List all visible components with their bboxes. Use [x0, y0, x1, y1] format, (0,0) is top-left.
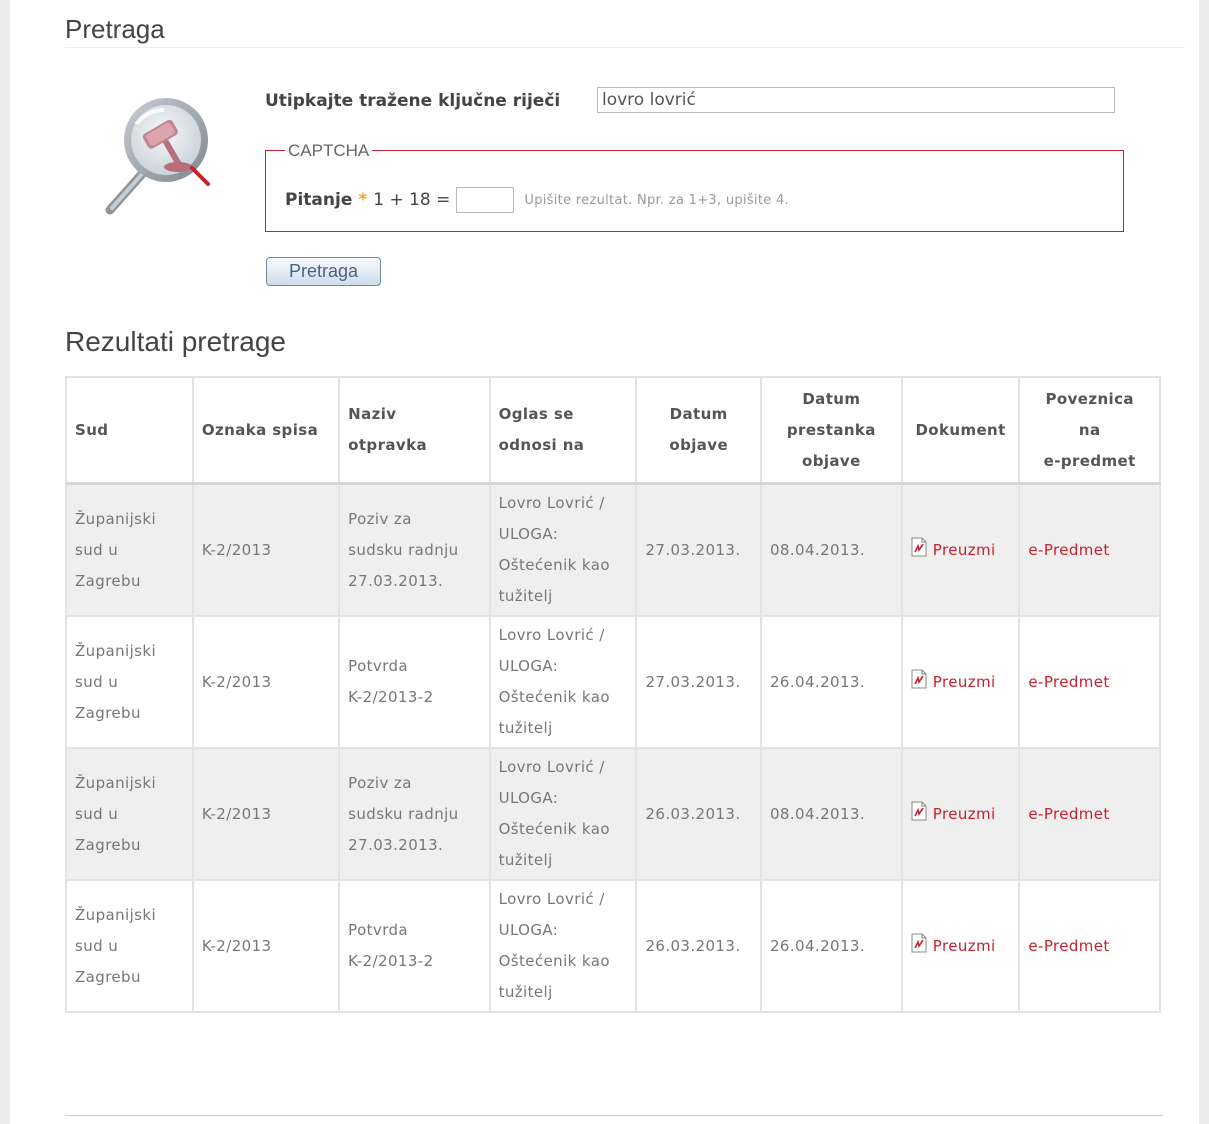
cell-dokument: Preuzmi	[900, 482, 1021, 617]
page-title: Pretraga	[65, 14, 165, 44]
cell-oznaka: K-2/2013	[191, 747, 341, 881]
column-header-oglas: Oglas se odnosi na	[488, 376, 638, 485]
cell-oznaka: K-2/2013	[191, 482, 341, 617]
cell-naziv: Potvrda K-2/2013-2	[338, 615, 491, 749]
download-link[interactable]: Preuzmi	[933, 541, 996, 559]
column-header-datum: Datum objave	[635, 376, 762, 485]
cell-poveznica: e-Predmet	[1018, 747, 1161, 881]
e-predmet-link[interactable]: e-Predmet	[1028, 541, 1109, 559]
results-table: Sud Oznaka spisa Naziv otpravka Oglas se o…	[65, 376, 1161, 1013]
footer-divider	[65, 1115, 1163, 1116]
cell-prestanak: 26.04.2013.	[759, 879, 903, 1013]
column-header-poveznica: Poveznica na e-predmet	[1018, 376, 1161, 485]
cell-datum: 27.03.2013.	[635, 615, 762, 749]
keyword-label: Utipkajte tražene ključne riječi	[265, 91, 561, 111]
pdf-icon	[911, 669, 927, 688]
search-button[interactable]: Pretraga	[266, 257, 381, 286]
cell-oglas: Lovro Lovrić / ULOGA: Oštećenik kao tužitel…	[488, 482, 638, 617]
results-title: Rezultati pretrage	[65, 326, 287, 357]
cell-datum: 26.03.2013.	[635, 747, 762, 881]
column-header-naziv: Naziv otpravka	[338, 376, 491, 485]
cell-naziv: Poziv za sudsku radnju 27.03.2013.	[338, 482, 491, 617]
pdf-icon	[911, 537, 927, 556]
cell-sud: Županijski sud u Zagrebu	[65, 747, 194, 881]
cell-dokument: Preuzmi	[900, 879, 1021, 1013]
cell-prestanak: 26.04.2013.	[759, 615, 903, 749]
cell-poveznica: e-Predmet	[1018, 879, 1161, 1013]
table-row: Županijski sud u Zagrebu K-2/2013 Potvrda K…	[65, 879, 1161, 1013]
e-predmet-link[interactable]: e-Predmet	[1028, 937, 1109, 955]
cell-oznaka: K-2/2013	[191, 879, 341, 1013]
cell-dokument: Preuzmi	[900, 747, 1021, 881]
cell-poveznica: e-Predmet	[1018, 615, 1161, 749]
cell-datum: 27.03.2013.	[635, 482, 762, 617]
title-divider	[65, 47, 1185, 48]
captcha-hint: Upišite rezultat. Npr. za 1+3, upišite 4…	[524, 192, 789, 208]
cell-poveznica: e-Predmet	[1018, 482, 1161, 617]
cell-oglas: Lovro Lovrić / ULOGA: Oštećenik kao tužitel…	[488, 615, 638, 749]
pdf-icon	[911, 801, 927, 820]
download-link[interactable]: Preuzmi	[933, 805, 996, 823]
column-header-dokument: Dokument	[900, 376, 1021, 485]
download-link[interactable]: Preuzmi	[933, 673, 996, 691]
required-star: *	[358, 190, 368, 210]
magnifier-gavel-icon	[105, 98, 210, 215]
table-row: Županijski sud u Zagrebu K-2/2013 Poziv za…	[65, 482, 1161, 617]
pdf-icon	[911, 933, 927, 952]
cell-sud: Županijski sud u Zagrebu	[65, 615, 194, 749]
captcha-expression: 1 + 18 =	[373, 190, 451, 210]
e-predmet-link[interactable]: e-Predmet	[1028, 673, 1109, 691]
table-header-row: Sud Oznaka spisa Naziv otpravka Oglas se o…	[65, 376, 1161, 485]
captcha-question-label: Pitanje	[285, 190, 353, 210]
cell-naziv: Potvrda K-2/2013-2	[338, 879, 491, 1013]
cell-prestanak: 08.04.2013.	[759, 482, 903, 617]
cell-oglas: Lovro Lovrić / ULOGA: Oštećenik kao tužitel…	[488, 747, 638, 881]
captcha-answer-input[interactable]	[456, 187, 515, 213]
e-predmet-link[interactable]: e-Predmet	[1028, 805, 1109, 823]
keyword-input[interactable]	[597, 87, 1115, 113]
column-header-oznaka: Oznaka spisa	[191, 376, 341, 485]
page-container: Pretraga Utipkajte tražene ključne riječ…	[10, 0, 1199, 1124]
cell-sud: Županijski sud u Zagrebu	[65, 879, 194, 1013]
captcha-question-row: Pitanje * 1 + 18 = Upišite rezultat. Npr…	[285, 187, 789, 213]
cell-datum: 26.03.2013.	[635, 879, 762, 1013]
download-link[interactable]: Preuzmi	[933, 937, 996, 955]
cell-oglas: Lovro Lovrić / ULOGA: Oštećenik kao tužitel…	[488, 879, 638, 1013]
cell-prestanak: 08.04.2013.	[759, 747, 903, 881]
cell-oznaka: K-2/2013	[191, 615, 341, 749]
captcha-legend: CAPTCHA	[285, 141, 373, 161]
column-header-sud: Sud	[65, 376, 194, 485]
table-row: Županijski sud u Zagrebu K-2/2013 Poziv za…	[65, 747, 1161, 881]
table-row: Županijski sud u Zagrebu K-2/2013 Potvrda K…	[65, 615, 1161, 749]
cell-dokument: Preuzmi	[900, 615, 1021, 749]
cell-sud: Županijski sud u Zagrebu	[65, 482, 194, 617]
cell-naziv: Poziv za sudsku radnju 27.03.2013.	[338, 747, 491, 881]
column-header-prestanak: Datum prestanka objave	[759, 376, 903, 485]
